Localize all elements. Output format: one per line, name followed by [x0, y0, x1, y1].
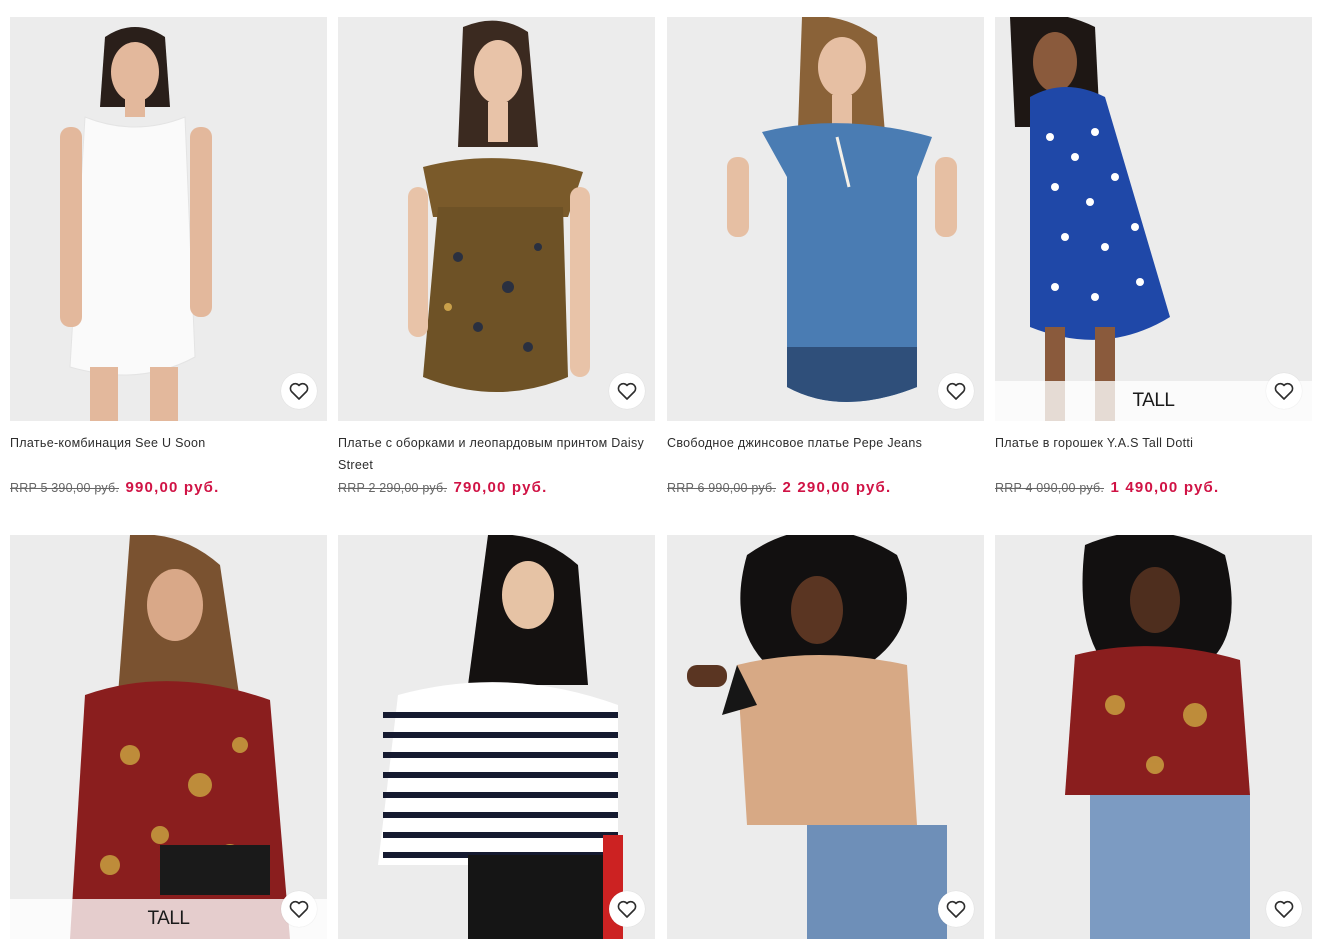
original-price: RRP 2 290,00 руб.: [338, 481, 448, 495]
product-image[interactable]: TALL: [995, 17, 1312, 421]
heart-outline-icon: [289, 900, 309, 918]
favorite-button[interactable]: [938, 891, 974, 927]
favorite-button[interactable]: [281, 891, 317, 927]
original-price: RRP 5 390,00 руб.: [10, 481, 120, 495]
product-image[interactable]: [667, 17, 984, 421]
product-card[interactable]: [338, 535, 655, 939]
product-card[interactable]: TALL Платье в горошек Y.A.S Tall Dotti R…: [995, 17, 1312, 497]
product-grid: Платье-комбинация See U Soon RRP 5 390,0…: [0, 0, 1331, 939]
product-card[interactable]: Свободное джинсовое платье Pepe Jeans RR…: [667, 17, 984, 497]
product-title[interactable]: Платье с оборками и леопардовым принтом …: [338, 432, 655, 476]
favorite-button[interactable]: [1266, 373, 1302, 409]
heart-outline-icon: [617, 382, 637, 400]
price-row: RRP 6 990,00 руб. 2 290,00 руб.: [667, 479, 984, 497]
favorite-button[interactable]: [938, 373, 974, 409]
product-image[interactable]: [995, 535, 1312, 939]
product-card[interactable]: Платье-комбинация See U Soon RRP 5 390,0…: [10, 17, 327, 497]
product-card[interactable]: Платье с оборками и леопардовым принтом …: [338, 17, 655, 497]
sale-price: 1 490,00 руб.: [1110, 479, 1220, 496]
heart-outline-icon: [1274, 382, 1294, 400]
heart-outline-icon: [1274, 900, 1294, 918]
heart-outline-icon: [946, 382, 966, 400]
tall-badge: TALL: [10, 899, 327, 939]
sale-price: 790,00 руб.: [453, 479, 548, 496]
favorite-button[interactable]: [281, 373, 317, 409]
favorite-button[interactable]: [609, 373, 645, 409]
product-title[interactable]: Платье в горошек Y.A.S Tall Dotti: [995, 432, 1312, 476]
heart-outline-icon: [946, 900, 966, 918]
sale-price: 2 290,00 руб.: [782, 479, 892, 496]
favorite-button[interactable]: [609, 891, 645, 927]
favorite-button[interactable]: [1266, 891, 1302, 927]
heart-outline-icon: [289, 382, 309, 400]
original-price: RRP 4 090,00 руб.: [995, 481, 1105, 495]
product-card[interactable]: [995, 535, 1312, 939]
product-card[interactable]: [667, 535, 984, 939]
product-image[interactable]: [338, 17, 655, 421]
product-image[interactable]: TALL: [10, 535, 327, 939]
heart-outline-icon: [617, 900, 637, 918]
sale-price: 990,00 руб.: [125, 479, 220, 496]
product-image[interactable]: [338, 535, 655, 939]
price-row: RRP 5 390,00 руб. 990,00 руб.: [10, 479, 327, 497]
original-price: RRP 6 990,00 руб.: [667, 481, 777, 495]
product-card[interactable]: TALL: [10, 535, 327, 939]
tall-badge: TALL: [995, 381, 1312, 421]
product-image[interactable]: [10, 17, 327, 421]
price-row: RRP 2 290,00 руб. 790,00 руб.: [338, 479, 655, 497]
product-image[interactable]: [667, 535, 984, 939]
price-row: RRP 4 090,00 руб. 1 490,00 руб.: [995, 479, 1312, 497]
product-title[interactable]: Свободное джинсовое платье Pepe Jeans: [667, 432, 984, 476]
product-title[interactable]: Платье-комбинация See U Soon: [10, 432, 327, 476]
